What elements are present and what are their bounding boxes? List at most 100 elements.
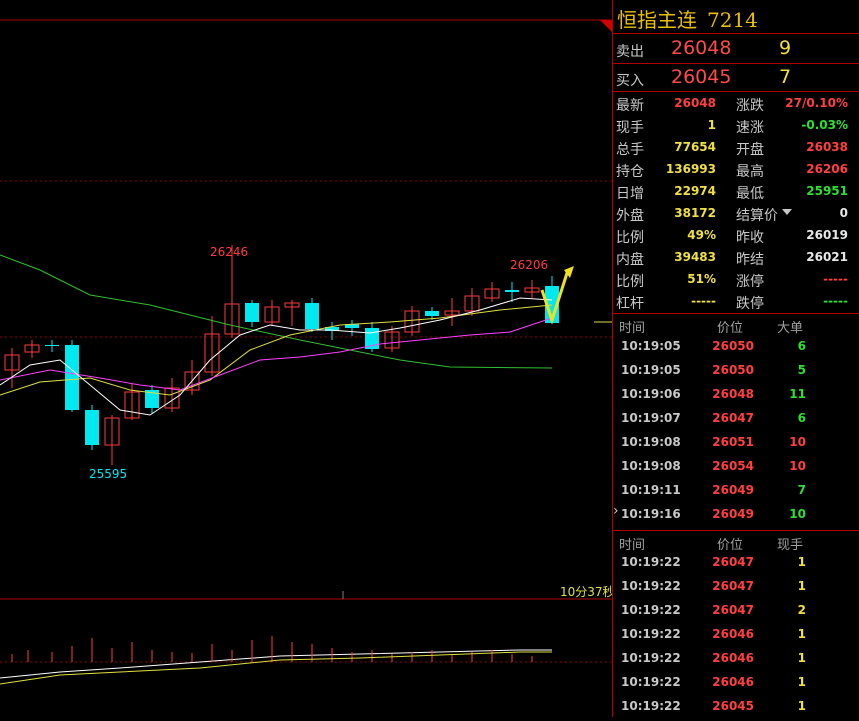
candle-body: [85, 410, 99, 445]
stat-left-3: 持仓 136993: [616, 159, 716, 181]
stat-value: 26206: [806, 162, 848, 176]
trade-row[interactable]: 10:19:22 26046 1: [613, 670, 859, 694]
trade-price: 26049: [712, 507, 754, 521]
instrument-title: 恒指主连 7214: [617, 4, 758, 33]
trade-row[interactable]: 10:19:06 26048 11: [613, 382, 859, 406]
trade-row[interactable]: 10:19:05 26050 6: [613, 334, 859, 358]
sell-label: 卖出: [616, 44, 644, 60]
trade-price: 26047: [712, 603, 754, 617]
trade-time: 10:19:16: [621, 507, 681, 521]
stat-right-3: 最高 26206: [736, 159, 848, 181]
trade-qty: 7: [797, 483, 806, 497]
stat-label: 昨收: [736, 230, 764, 246]
stat-left-5: 外盘 38172: [616, 203, 716, 225]
stat-value: 1: [707, 118, 716, 132]
kline-chart[interactable]: 26246 25595 26206 10分37秒: [0, 0, 615, 717]
trade-row[interactable]: 10:19:22 26047 1: [613, 574, 859, 598]
trade-row[interactable]: 10:19:05 26050 5: [613, 358, 859, 382]
trade-time: 10:19:06: [621, 387, 681, 401]
stat-value: -----: [823, 272, 848, 286]
trade-row[interactable]: 10:19:22 26046 1: [613, 646, 859, 670]
stat-label: 总手: [616, 142, 644, 158]
trade-row[interactable]: 10:19:22 26046 1: [613, 622, 859, 646]
candle-body: [505, 290, 519, 292]
stat-label: 昨结: [736, 252, 764, 268]
stat-label: 内盘: [616, 252, 644, 268]
buy-quote-row[interactable]: 买入 26045 7: [613, 64, 859, 92]
stat-right-9: 跌停 -----: [736, 291, 848, 313]
stat-label: 比例: [616, 274, 644, 290]
stat-label: 跌停: [736, 296, 764, 312]
stat-value: 22974: [674, 184, 716, 198]
trade-row[interactable]: 10:19:08 26054 10: [613, 454, 859, 478]
stat-right-5[interactable]: 结算价 0: [736, 203, 848, 225]
stat-value: 0: [839, 206, 848, 220]
stat-right-7: 昨结 26021: [736, 247, 848, 269]
trade-time: 10:19:22: [621, 627, 681, 641]
stat-right-4: 最低 25951: [736, 181, 848, 203]
stat-right-1: 速涨 -0.03%: [736, 115, 848, 137]
stat-label: 杠杆: [616, 296, 644, 312]
big-trades-header: 时间 价位 大单: [613, 314, 859, 336]
trade-time: 10:19:05: [621, 363, 681, 377]
stat-value: 25951: [806, 184, 848, 198]
high-price-label: 26246: [210, 245, 248, 259]
stat-value: 27/0.10%: [785, 96, 848, 110]
stat-value: 39483: [674, 250, 716, 264]
trade-qty: 2: [797, 603, 806, 617]
trade-time: 10:19:08: [621, 459, 681, 473]
trade-row[interactable]: 10:19:11 26049 7: [613, 478, 859, 502]
stat-label: 开盘: [736, 142, 764, 158]
trade-qty: 11: [789, 387, 806, 401]
trade-price: 26045: [712, 699, 754, 713]
trade-qty: 1: [797, 627, 806, 641]
instrument-code: 7214: [707, 8, 758, 32]
stat-value: -0.03%: [801, 118, 848, 132]
trade-row[interactable]: 10:19:22 26047 2: [613, 598, 859, 622]
stat-value: 51%: [687, 272, 716, 286]
trade-qty: 10: [789, 435, 806, 449]
trade-price: 26047: [712, 411, 754, 425]
stat-label: 最高: [736, 164, 764, 180]
buy-volume: 7: [779, 66, 792, 88]
trade-qty: 6: [797, 411, 806, 425]
stat-label: 现手: [616, 120, 644, 136]
dropdown-arrow-icon[interactable]: [782, 209, 792, 215]
trade-time: 10:19:08: [621, 435, 681, 449]
sell-quote-row[interactable]: 卖出 26048 9: [613, 35, 859, 63]
stat-right-8: 涨停 -----: [736, 269, 848, 291]
trade-row[interactable]: 10:19:22 26045 1: [613, 694, 859, 718]
candle-body: [425, 311, 439, 316]
trade-price: 26049: [712, 483, 754, 497]
candle-body: [305, 303, 319, 329]
trade-qty: 1: [797, 651, 806, 665]
trade-time: 10:19:22: [621, 651, 681, 665]
ma-line-yellow: [0, 304, 553, 396]
stat-label: 持仓: [616, 164, 644, 180]
stat-left-9: 杠杆 -----: [616, 291, 716, 313]
trade-row[interactable]: 10:19:08 26051 10: [613, 430, 859, 454]
trade-price: 26051: [712, 435, 754, 449]
trade-row[interactable]: 10:19:22 26047 1: [613, 550, 859, 574]
trade-time: 10:19:22: [621, 579, 681, 593]
stat-label: 结算价: [736, 208, 778, 224]
trade-price: 26046: [712, 675, 754, 689]
sell-price: 26048: [671, 37, 732, 59]
stat-left-2: 总手 77654: [616, 137, 716, 159]
stat-value: 77654: [674, 140, 716, 154]
stat-label: 日增: [616, 186, 644, 202]
trade-time: 10:19:22: [621, 555, 681, 569]
quote-panel: 恒指主连 7214 卖出 26048 9 买入 26045 7 最新 26048 现手…: [612, 0, 859, 717]
trade-qty: 10: [789, 507, 806, 521]
trade-row[interactable]: 10:19:16 26049 10: [613, 502, 859, 526]
stat-value: 26019: [806, 228, 848, 242]
trade-row[interactable]: 10:19:07 26047 6: [613, 406, 859, 430]
candle-body: [245, 303, 259, 322]
stat-label: 外盘: [616, 208, 644, 224]
trade-time: 10:19:22: [621, 699, 681, 713]
trade-price: 26050: [712, 339, 754, 353]
stat-value: 26038: [806, 140, 848, 154]
stat-left-1: 现手 1: [616, 115, 716, 137]
kline-chart-svg[interactable]: 26246 25595 26206 10分37秒: [0, 0, 615, 717]
stat-right-6: 昨收 26019: [736, 225, 848, 247]
